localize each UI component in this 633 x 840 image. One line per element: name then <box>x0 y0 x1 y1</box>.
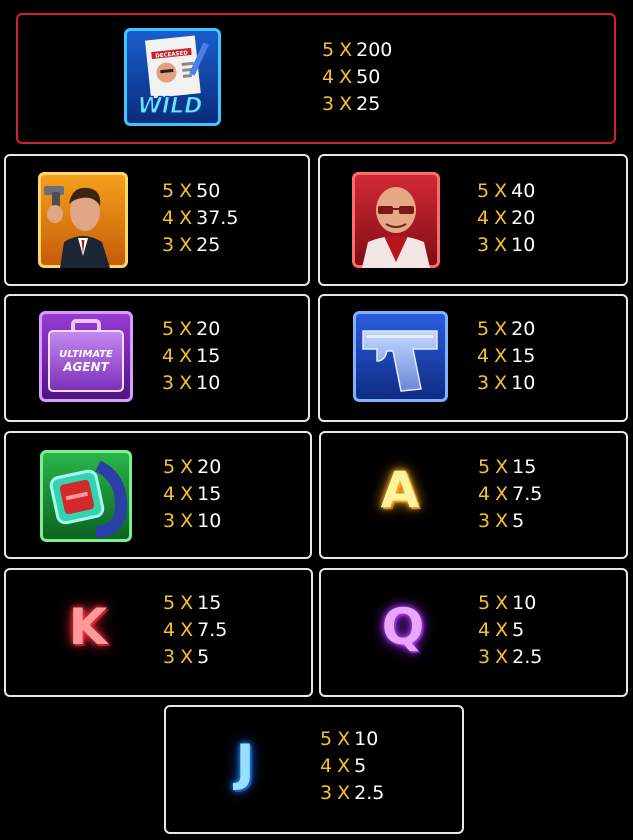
payout-row: 3 X 2.5 <box>320 782 385 804</box>
payout-row: 5 X 200 <box>322 39 393 61</box>
payout-row: 3 X 10 <box>477 234 536 256</box>
briefcase-icon: ULTIMATE AGENT <box>39 311 133 402</box>
payout-row: 4 X 15 <box>163 483 222 505</box>
payout-row: 4 X 37.5 <box>162 207 239 229</box>
briefcase-label-1: ULTIMATE <box>59 349 113 360</box>
payout-row: 4X5 <box>478 619 525 641</box>
briefcase-payouts: 5 X 20 4 X 15 3 X 10 <box>162 316 220 397</box>
payout-row: 3 X 2.5 <box>478 646 543 668</box>
payout-row: 5 X 10 <box>320 728 379 750</box>
payout-row: 4 X 7.5 <box>163 619 228 641</box>
payout-row: 4 X 20 <box>477 207 536 229</box>
agent-payouts: 5 X 50 4 X 37.5 3 X 25 <box>162 178 238 259</box>
wild-text: WILD <box>138 94 203 119</box>
a-payouts: 5 X 15 4 X 7.5 3X5 <box>478 454 542 535</box>
payout-row: 5 X 20 <box>162 318 221 340</box>
payout-row: 5 X 20 <box>163 456 222 478</box>
q-payouts: 5 X 10 4X5 3 X 2.5 <box>478 590 542 671</box>
payout-row: 3 X 10 <box>163 510 222 532</box>
wild-id-badge-icon: DECEASED WILD <box>124 28 221 126</box>
payout-row: 5 X 15 <box>478 456 537 478</box>
payout-row: 3 X 25 <box>322 93 381 115</box>
pistol-icon <box>353 311 448 402</box>
payout-row: 4 X 7.5 <box>478 483 543 505</box>
payout-row: 3X5 <box>163 646 210 668</box>
spy-watch-icon <box>40 450 132 542</box>
payout-row: 3 X 10 <box>477 372 536 394</box>
secret-agent-icon <box>38 172 128 268</box>
bald-villain-icon <box>352 172 440 268</box>
payout-row: 4X5 <box>320 755 367 777</box>
letter-a-icon: A <box>380 461 420 519</box>
j-payouts: 5 X 10 4X5 3 X 2.5 <box>320 726 384 807</box>
villain-payouts: 5 X 40 4 X 20 3 X 10 <box>477 178 535 259</box>
k-payouts: 5 X 15 4 X 7.5 3X5 <box>163 590 227 671</box>
payout-row: 5 X 40 <box>477 180 536 202</box>
paytable-panel-wild <box>16 13 616 144</box>
payout-row: 4 X 15 <box>162 345 221 367</box>
payout-row: 5 X 15 <box>163 592 222 614</box>
briefcase-label-2: AGENT <box>62 360 109 374</box>
payout-row: 4 X 15 <box>477 345 536 367</box>
payout-row: 3X5 <box>478 510 525 532</box>
payout-row: 5 X 10 <box>478 592 537 614</box>
payout-row: 3 X 10 <box>162 372 221 394</box>
letter-k-icon: K <box>68 598 108 656</box>
letter-q-icon: Q <box>381 598 425 656</box>
watch-payouts: 5 X 20 4 X 15 3 X 10 <box>163 454 221 535</box>
payout-row: 4 X 50 <box>322 66 381 88</box>
wild-payouts: 5 X 200 4 X 50 3 X 25 <box>322 37 392 118</box>
payout-row: 5 X 20 <box>477 318 536 340</box>
letter-j-icon: J <box>235 734 255 792</box>
payout-row: 5 X 50 <box>162 180 221 202</box>
pistol-payouts: 5 X 20 4 X 15 3 X 10 <box>477 316 535 397</box>
payout-row: 3 X 25 <box>162 234 221 256</box>
